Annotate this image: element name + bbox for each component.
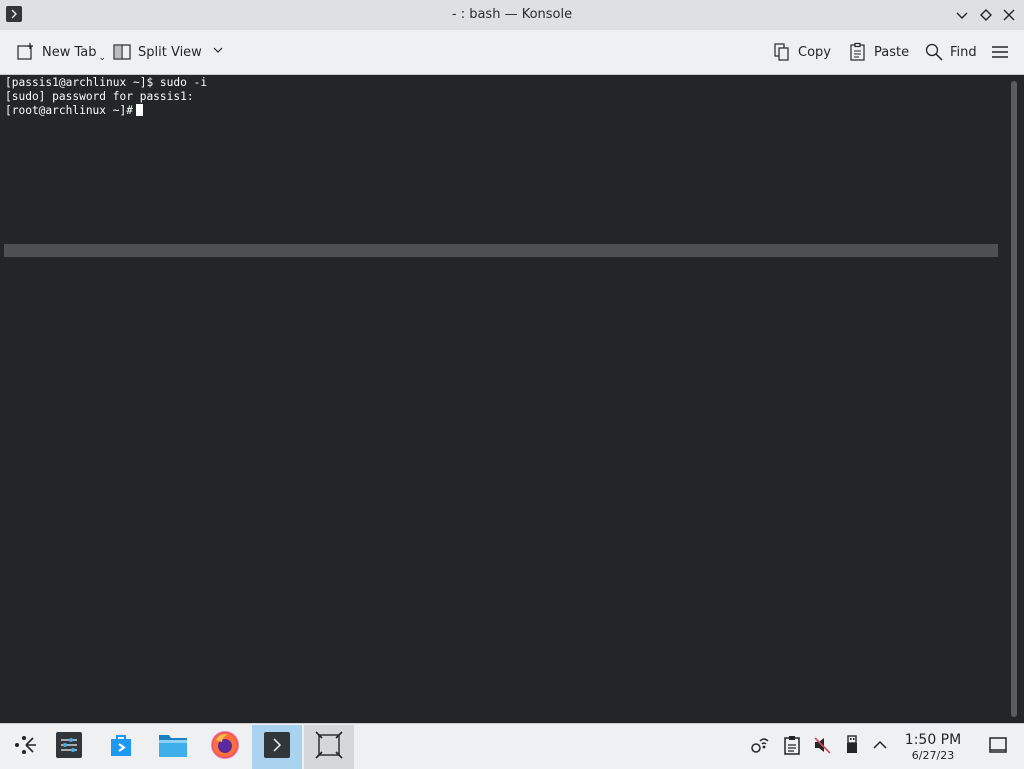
firefox-icon [210, 730, 240, 764]
task-konsole[interactable] [252, 725, 302, 769]
minimize-button[interactable] [952, 5, 972, 25]
terminal-prompt: [root@archlinux ~]# [5, 104, 133, 117]
volume-tray-button[interactable] [810, 724, 834, 769]
split-view-icon [112, 42, 132, 62]
volume-muted-icon [812, 735, 832, 759]
network-icon [750, 735, 770, 759]
search-icon [924, 42, 944, 62]
file-manager-icon [158, 731, 188, 763]
find-button[interactable]: Find [924, 38, 977, 66]
task-system-settings[interactable] [44, 725, 94, 769]
terminal-view[interactable] [0, 75, 1008, 723]
split-view-label: Split View [138, 44, 202, 60]
window-titlebar[interactable]: - : bash — Konsole [0, 0, 1024, 30]
show-desktop-button[interactable] [986, 724, 1010, 769]
tray-expand-button[interactable] [868, 724, 892, 769]
paste-label: Paste [874, 44, 910, 60]
clipboard-icon [783, 735, 801, 759]
copy-button[interactable]: Copy [772, 38, 831, 66]
maximize-button[interactable] [976, 5, 996, 25]
close-button[interactable] [999, 5, 1019, 25]
scrollbar-thumb[interactable] [1011, 81, 1017, 717]
paste-icon [848, 42, 868, 62]
task-file-manager[interactable] [148, 725, 198, 769]
find-label: Find [950, 44, 977, 60]
tray-expand-icon [872, 737, 888, 757]
app-launcher-icon [12, 732, 38, 762]
new-tab-icon [16, 42, 36, 62]
screen-edge-icon [315, 731, 343, 763]
konsole-icon [263, 731, 291, 763]
task-discover[interactable] [96, 725, 146, 769]
usb-tray-button[interactable] [840, 724, 864, 769]
highlight-bar [4, 244, 998, 257]
task-screen-edges[interactable] [304, 725, 354, 769]
task-firefox[interactable] [200, 725, 250, 769]
new-tab-label: New Tab [42, 44, 97, 60]
split-view-button[interactable]: Split View [112, 38, 224, 66]
window-title: - : bash — Konsole [451, 7, 573, 22]
hamburger-menu-icon [990, 42, 1010, 62]
copy-label: Copy [798, 44, 831, 60]
toolbar: New Tab ⌄ Split View Copy Paste Find [0, 30, 1024, 75]
hamburger-menu-button[interactable] [990, 38, 1016, 66]
clock-date[interactable]: 6/27/23 [896, 749, 970, 762]
terminal-line: [passis1@archlinux ~]$ sudo -i [5, 76, 208, 89]
clipboard-tray-button[interactable] [780, 724, 804, 769]
discover-icon [107, 731, 135, 763]
network-tray-button[interactable] [748, 724, 772, 769]
paste-button[interactable]: Paste [848, 38, 909, 66]
new-tab-button[interactable]: New Tab ⌄ [16, 38, 107, 66]
show-desktop-icon [988, 735, 1008, 759]
usb-device-icon [845, 734, 859, 759]
taskbar: 1:50 PM 6/27/23 [0, 723, 1024, 769]
terminal-cursor [135, 104, 143, 116]
system-settings-icon [55, 731, 83, 763]
terminal-prompt-line: [root@archlinux ~]# [5, 104, 143, 118]
terminal-line: [sudo] password for passis1: [5, 90, 194, 103]
clock-time[interactable]: 1:50 PM [896, 732, 970, 748]
application-launcher-button[interactable] [0, 725, 50, 769]
split-view-dropdown-icon[interactable] [212, 44, 224, 60]
copy-icon [772, 42, 792, 62]
new-tab-dropdown-icon[interactable]: ⌄ [99, 53, 107, 63]
